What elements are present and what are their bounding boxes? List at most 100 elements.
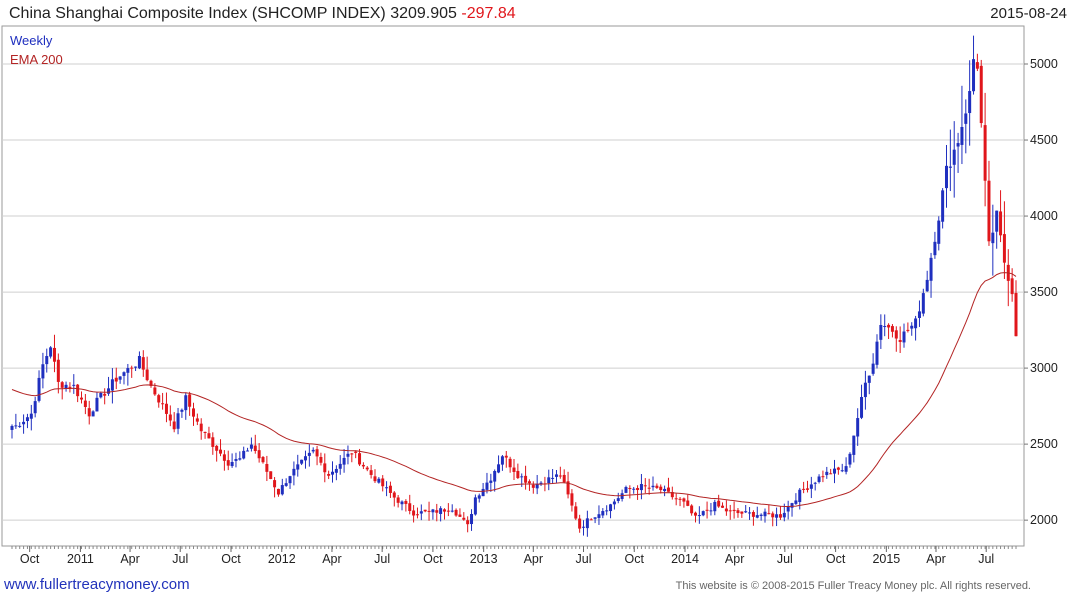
candle xyxy=(921,288,925,317)
candle xyxy=(879,314,883,349)
candle xyxy=(431,508,435,520)
candle xyxy=(887,323,891,339)
candle xyxy=(361,462,365,470)
candle xyxy=(531,481,535,494)
candle xyxy=(60,381,64,400)
candle xyxy=(987,160,991,246)
candle xyxy=(871,353,875,376)
candle xyxy=(22,414,26,434)
candle xyxy=(157,393,161,408)
candle xyxy=(825,466,829,479)
candle xyxy=(195,413,199,426)
candle xyxy=(76,383,80,403)
candle xyxy=(589,518,593,521)
candle xyxy=(554,470,558,483)
candle xyxy=(130,365,134,378)
candle xyxy=(307,444,311,467)
candle xyxy=(713,499,717,516)
candle xyxy=(686,494,690,507)
x-tick-label: 2014 xyxy=(671,552,699,566)
candle xyxy=(863,370,867,410)
candle xyxy=(616,492,620,504)
candle xyxy=(292,461,296,486)
candle xyxy=(759,513,763,521)
candle xyxy=(49,346,53,359)
candle xyxy=(898,326,902,354)
candle xyxy=(203,431,207,439)
x-tick-label: Jul xyxy=(576,552,592,566)
candle xyxy=(910,322,914,336)
candle xyxy=(925,270,929,292)
candle xyxy=(744,504,748,514)
candle xyxy=(999,190,1003,243)
candle xyxy=(327,470,331,480)
x-tick-label: Oct xyxy=(423,552,443,566)
candle xyxy=(956,132,960,173)
candle xyxy=(346,445,350,465)
candle xyxy=(929,252,933,298)
candle xyxy=(539,481,543,486)
candle xyxy=(771,511,775,527)
candle xyxy=(454,508,458,517)
candle xyxy=(369,464,373,479)
candle xyxy=(404,499,408,512)
candle xyxy=(601,508,605,519)
candle xyxy=(442,508,446,520)
x-tick-label: 2011 xyxy=(67,552,94,566)
candle xyxy=(852,435,856,463)
candle xyxy=(257,443,261,463)
x-tick-label: Apr xyxy=(725,552,744,566)
x-tick-label: Jul xyxy=(172,552,188,566)
candle xyxy=(968,60,972,146)
candle xyxy=(242,446,246,460)
candle xyxy=(786,500,790,520)
candle xyxy=(246,447,250,452)
candle xyxy=(388,481,392,498)
candle xyxy=(547,469,551,491)
candle xyxy=(500,455,504,471)
candle xyxy=(45,348,49,373)
candle xyxy=(663,485,667,497)
candle xyxy=(917,300,921,327)
footer-site-link[interactable]: www.fullertreacymoney.com xyxy=(4,576,190,593)
gridlines xyxy=(2,63,1024,521)
candle xyxy=(226,450,230,471)
candle xyxy=(350,452,354,463)
candle xyxy=(775,507,779,527)
candle xyxy=(690,504,694,516)
candle xyxy=(1014,280,1018,337)
candle xyxy=(207,426,211,439)
candle xyxy=(651,476,655,491)
candle xyxy=(914,315,918,341)
candle xyxy=(161,392,165,410)
candle xyxy=(365,466,369,472)
candle xyxy=(238,451,242,461)
x-tick-label: Oct xyxy=(826,552,846,566)
candle xyxy=(798,488,802,510)
candle xyxy=(964,99,968,154)
candle xyxy=(944,145,948,208)
candle xyxy=(280,478,284,496)
candle xyxy=(180,408,184,418)
candle xyxy=(489,473,493,492)
candle xyxy=(172,412,176,433)
candle xyxy=(809,476,813,499)
x-tick-label: Oct xyxy=(625,552,645,566)
candle xyxy=(381,475,385,492)
candles xyxy=(10,35,1018,537)
candle xyxy=(647,478,651,495)
candle xyxy=(566,471,570,499)
candle xyxy=(103,388,107,405)
candle xyxy=(856,408,860,446)
candle xyxy=(636,485,640,500)
y-tick-label: 4000 xyxy=(1030,209,1058,223)
candle xyxy=(504,451,508,468)
candle xyxy=(512,458,516,481)
candle xyxy=(481,483,485,497)
candle xyxy=(261,455,265,464)
candle xyxy=(497,455,501,474)
candle xyxy=(585,510,589,537)
candle xyxy=(979,59,983,128)
candle xyxy=(470,509,474,531)
candle xyxy=(435,503,439,522)
